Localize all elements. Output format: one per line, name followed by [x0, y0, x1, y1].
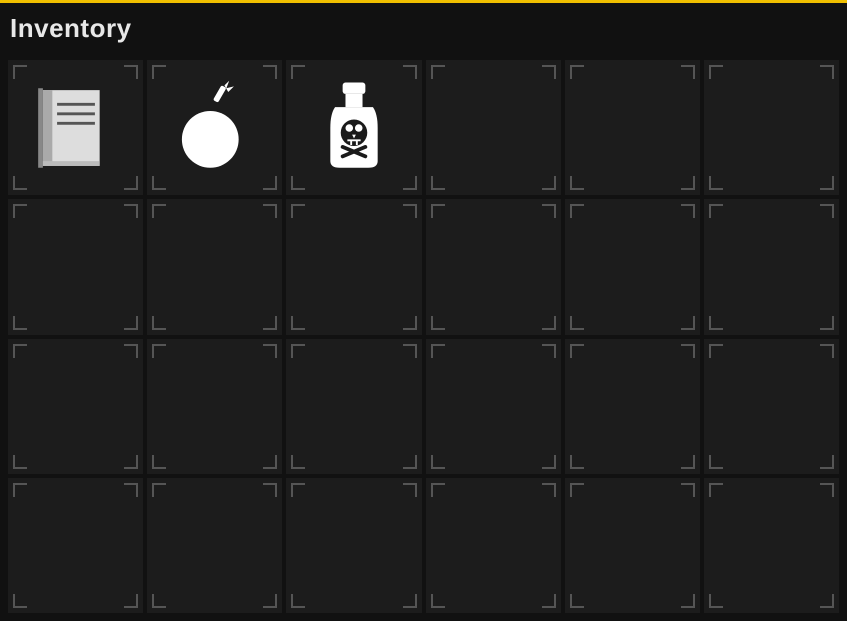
- inventory-slot-1-0[interactable]: [8, 199, 143, 334]
- inventory-header: Inventory: [0, 0, 847, 52]
- inventory-slot-2-2[interactable]: [286, 339, 421, 474]
- inventory-slot-3-3[interactable]: [426, 478, 561, 613]
- inventory-slot-2-3[interactable]: [426, 339, 561, 474]
- inventory-slot-1-2[interactable]: [286, 199, 421, 334]
- inventory-slot-0-2[interactable]: [286, 60, 421, 195]
- bomb-icon: [167, 80, 262, 175]
- page-title: Inventory: [10, 13, 132, 43]
- inventory-slot-2-0[interactable]: [8, 339, 143, 474]
- app: Inventory: [0, 0, 847, 621]
- inventory-slot-1-5[interactable]: [704, 199, 839, 334]
- grid-row: [8, 339, 839, 474]
- inventory-slot-0-4[interactable]: [565, 60, 700, 195]
- inventory-slot-1-1[interactable]: [147, 199, 282, 334]
- inventory-grid: [0, 52, 847, 621]
- inventory-slot-3-2[interactable]: [286, 478, 421, 613]
- inventory-slot-0-0[interactable]: [8, 60, 143, 195]
- poison-icon: [307, 80, 402, 175]
- inventory-slot-3-1[interactable]: [147, 478, 282, 613]
- grid-row: [8, 478, 839, 613]
- inventory-slot-2-4[interactable]: [565, 339, 700, 474]
- inventory-slot-0-1[interactable]: [147, 60, 282, 195]
- inventory-slot-0-5[interactable]: [704, 60, 839, 195]
- book-icon: [28, 80, 123, 175]
- inventory-slot-1-3[interactable]: [426, 199, 561, 334]
- grid-row: [8, 199, 839, 334]
- inventory-slot-2-1[interactable]: [147, 339, 282, 474]
- inventory-slot-3-4[interactable]: [565, 478, 700, 613]
- inventory-slot-2-5[interactable]: [704, 339, 839, 474]
- inventory-slot-0-3[interactable]: [426, 60, 561, 195]
- grid-row: [8, 60, 839, 195]
- inventory-slot-1-4[interactable]: [565, 199, 700, 334]
- inventory-slot-3-0[interactable]: [8, 478, 143, 613]
- inventory-slot-3-5[interactable]: [704, 478, 839, 613]
